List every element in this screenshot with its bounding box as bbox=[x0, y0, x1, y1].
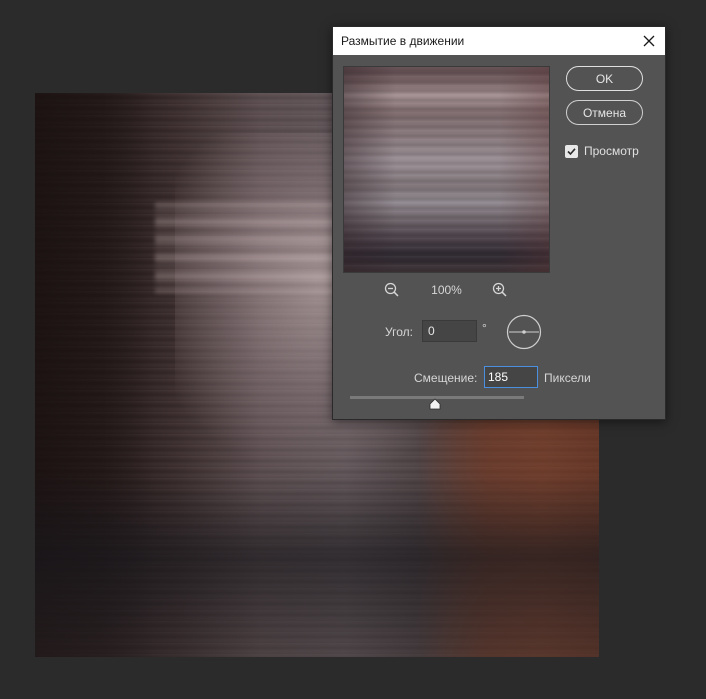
zoom-controls: 100% bbox=[343, 281, 550, 299]
angle-label: Угол: bbox=[385, 325, 413, 339]
zoom-in-button[interactable] bbox=[491, 281, 509, 299]
angle-unit: ° bbox=[482, 321, 487, 335]
preview-vignette bbox=[344, 67, 549, 272]
zoom-in-icon bbox=[492, 282, 507, 297]
preview-checkbox[interactable] bbox=[565, 144, 578, 158]
motion-blur-dialog: Размытие в движении 100% OK Отмена Просм… bbox=[332, 26, 666, 420]
cancel-button[interactable]: Отмена bbox=[566, 100, 643, 125]
angle-dial[interactable] bbox=[506, 314, 542, 350]
checkmark-icon bbox=[567, 147, 576, 155]
close-button[interactable] bbox=[639, 31, 659, 51]
offset-label: Смещение: bbox=[414, 371, 478, 385]
preview-toggle[interactable]: Просмотр bbox=[565, 143, 639, 159]
angle-dial-icon bbox=[506, 314, 542, 350]
angle-input[interactable] bbox=[422, 320, 477, 342]
filter-preview[interactable] bbox=[343, 66, 550, 273]
dialog-title: Размытие в движении bbox=[341, 34, 465, 48]
offset-unit: Пиксели bbox=[544, 371, 591, 385]
close-icon bbox=[643, 35, 655, 47]
zoom-level: 100% bbox=[431, 283, 462, 297]
ok-button[interactable]: OK bbox=[566, 66, 643, 91]
preview-checkbox-label: Просмотр bbox=[584, 144, 639, 158]
canvas-shadow-bottom bbox=[35, 473, 599, 657]
offset-input[interactable] bbox=[484, 366, 538, 388]
photoshop-workspace: Размытие в движении 100% OK Отмена Просм… bbox=[0, 0, 706, 699]
dialog-titlebar[interactable]: Размытие в движении bbox=[333, 27, 665, 55]
slider-thumb-icon bbox=[429, 398, 441, 410]
offset-slider-thumb[interactable] bbox=[429, 398, 441, 410]
